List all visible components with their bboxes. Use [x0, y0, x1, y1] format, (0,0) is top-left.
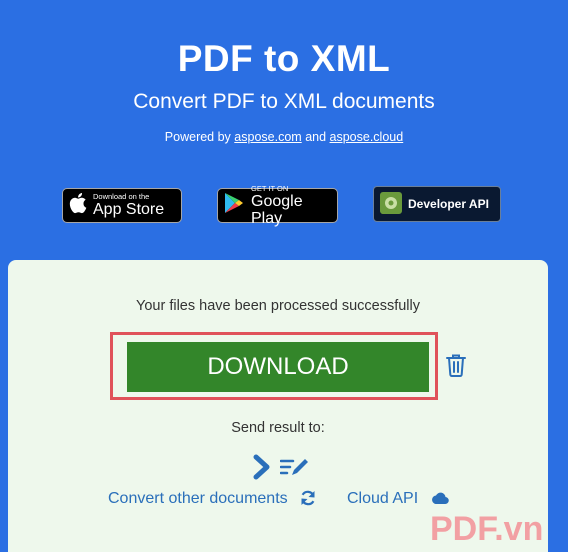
page-subtitle: Convert PDF to XML documents	[133, 90, 435, 113]
result-panel: Your files have been processed successfu…	[8, 260, 548, 552]
google-play-small: GET IT ON	[251, 183, 289, 193]
powered-by: Powered by aspose.com and aspose.cloud	[0, 130, 568, 144]
refresh-icon[interactable]	[300, 490, 316, 511]
apple-icon	[69, 192, 87, 219]
powered-prefix: Powered by	[164, 130, 231, 144]
page-title: PDF to XML	[177, 38, 391, 79]
powered-and: and	[305, 130, 327, 144]
edit-icon[interactable]	[279, 456, 310, 483]
google-play-button[interactable]: GET IT ON Google Play	[217, 183, 338, 227]
app-store-small: Download on the	[93, 192, 150, 201]
download-button[interactable]: DOWNLOAD	[127, 342, 429, 392]
developer-api-icon	[380, 191, 402, 217]
aspose-com-link[interactable]: aspose.com	[234, 130, 301, 144]
cloud-icon[interactable]	[431, 491, 449, 510]
send-result-label: Send result to:	[231, 420, 325, 436]
app-store-button[interactable]: Download on the App Store	[62, 188, 182, 223]
developer-api-button[interactable]: Developer API	[373, 186, 501, 222]
google-play-label: Google Play	[251, 192, 303, 227]
cloud-api-link[interactable]: Cloud API	[347, 490, 418, 508]
chevron-right-icon[interactable]	[252, 454, 272, 485]
status-message: Your files have been processed successfu…	[136, 298, 420, 314]
developer-api-label: Developer API	[408, 197, 489, 211]
convert-other-link[interactable]: Convert other documents	[108, 490, 288, 508]
trash-icon[interactable]	[445, 353, 467, 382]
watermark-logo: PDF.vn	[430, 510, 544, 548]
aspose-cloud-link[interactable]: aspose.cloud	[330, 130, 404, 144]
app-store-label: App Store	[93, 201, 165, 218]
google-play-icon	[224, 192, 244, 219]
